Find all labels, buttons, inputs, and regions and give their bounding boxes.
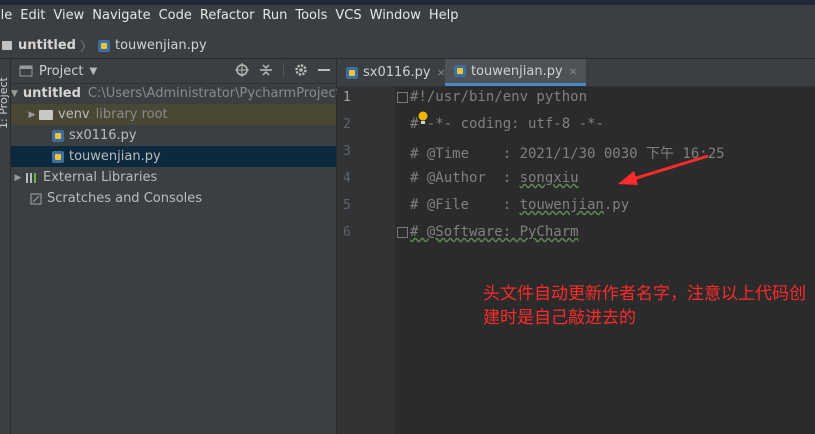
library-folder-icon (39, 109, 53, 120)
code-line-1[interactable]: #!/usr/bin/env python (410, 89, 587, 105)
toolbar-divider (283, 63, 284, 77)
code-line-2[interactable]: # -*- coding: utf-8 -*- (410, 116, 604, 132)
panel-header: Project ▼ (11, 59, 336, 84)
tree-item-label: External Libraries (43, 170, 158, 185)
tree-item-untitled[interactable]: ▼ untitled C:\Users\Administrator\Pychar… (11, 83, 347, 104)
chevron-down-icon[interactable]: ▼ (89, 66, 97, 77)
scratches-icon (30, 193, 42, 204)
python-file-icon (52, 129, 64, 142)
menu-navigate[interactable]: Navigate (92, 8, 150, 28)
line-number: 1 (343, 90, 351, 105)
title-strip (0, 0, 815, 5)
python-file-icon (454, 65, 466, 77)
python-file-icon (346, 66, 358, 79)
collapsed-arrow-icon[interactable]: ▶ (11, 173, 25, 183)
tree-item-label: untitled (22, 86, 81, 101)
tree-item-path: C:\Users\Administrator\PycharmProjects (87, 86, 348, 101)
fold-marker-icon[interactable] (397, 227, 408, 238)
line-number: 4 (343, 171, 351, 186)
panel-title[interactable]: Project (39, 64, 83, 79)
menu-window[interactable]: Window (370, 8, 421, 28)
menu-help[interactable]: Help (429, 8, 459, 28)
menu-view[interactable]: View (53, 8, 84, 28)
tree-item-label: venv (58, 107, 90, 122)
author-value: songxiu (519, 170, 579, 186)
editor-gutter (337, 87, 395, 434)
python-file-icon (98, 39, 110, 52)
editor-area: sx0116.py × touwenjian.py × 1 2 3 4 5 6 … (337, 59, 815, 434)
project-side-tab[interactable]: 1: Project (0, 77, 10, 129)
menu-tools[interactable]: Tools (295, 8, 327, 28)
minimize-icon[interactable] (318, 69, 330, 71)
tree-item-label: Scratches and Consoles (47, 191, 203, 206)
locate-icon[interactable] (235, 63, 249, 77)
python-file-icon (52, 150, 64, 163)
breadcrumb-project[interactable]: untitled (18, 38, 76, 53)
code-line-4[interactable]: # @Author : songxiu (410, 170, 579, 186)
code-comment: # @File : (410, 197, 520, 213)
file-value: touwenjian (519, 197, 604, 213)
tree-item-note: library root (95, 107, 168, 122)
tree-item-external-libraries[interactable]: ▶ External Libraries (11, 167, 336, 188)
tree-item-label: sx0116.py (69, 128, 137, 143)
menu-file[interactable]: ile (0, 8, 12, 28)
close-icon[interactable]: × (569, 65, 578, 78)
project-view-icon (19, 65, 33, 77)
code-line-5[interactable]: # @File : touwenjian.py (410, 197, 629, 213)
menu-code[interactable]: Code (159, 8, 192, 28)
menu-refactor[interactable]: Refactor (200, 8, 255, 28)
chevron-right-icon: 〉 (79, 40, 93, 55)
menu-run[interactable]: Run (262, 8, 287, 28)
collapsed-arrow-icon[interactable]: ▶ (25, 110, 39, 120)
line-number: 5 (343, 198, 351, 213)
fold-marker-icon[interactable] (397, 92, 408, 103)
tree-item-scratches[interactable]: Scratches and Consoles (11, 188, 336, 209)
tree-item-label: touwenjian.py (69, 149, 161, 164)
file-extension: .py (603, 197, 630, 213)
line-number: 6 (343, 225, 351, 240)
tree-item-touwenjian[interactable]: touwenjian.py (11, 146, 336, 167)
code-comment: # @Author : (410, 170, 520, 186)
menu-edit[interactable]: Edit (20, 8, 45, 28)
annotation-arrow-icon (618, 154, 709, 185)
project-tree: ▼ untitled C:\Users\Administrator\Pychar… (11, 83, 347, 209)
collapse-all-icon[interactable] (259, 63, 273, 77)
editor-tabs: sx0116.py × touwenjian.py × (337, 59, 815, 87)
tool-window-strip: 1: Project (0, 59, 11, 434)
annotation-text: 头文件自动更新作者名字，注意以上代码创建时是自己敲进去的 (483, 284, 806, 328)
tab-label: touwenjian.py (471, 63, 563, 79)
code-line-6[interactable]: # @Software: PyCharm (410, 224, 579, 240)
navigation-bar: untitled 〉 touwenjian.py (0, 33, 815, 59)
tab-sx0116[interactable]: sx0116.py × (345, 59, 446, 86)
tree-item-venv[interactable]: ▶ venv library root (11, 104, 336, 125)
menu-list: ile Edit View Navigate Code Refactor Run… (0, 8, 467, 28)
expanded-arrow-icon[interactable]: ▼ (11, 89, 18, 99)
project-panel: Project ▼ ▼ untitled C:\Users\Administra… (11, 59, 347, 434)
tree-item-sx0116[interactable]: sx0116.py (11, 125, 336, 146)
panel-toolbar (235, 63, 330, 77)
tab-label: sx0116.py (363, 65, 431, 80)
breadcrumb-file[interactable]: touwenjian.py (115, 38, 207, 53)
libraries-icon (26, 172, 36, 183)
folder-icon (2, 41, 12, 50)
line-number: 3 (343, 144, 351, 159)
tab-touwenjian[interactable]: touwenjian.py × (445, 59, 586, 86)
gear-icon[interactable] (294, 63, 308, 77)
menu-vcs[interactable]: VCS (335, 8, 361, 28)
menu-bar: ile Edit View Navigate Code Refactor Run… (0, 0, 815, 34)
line-number: 2 (343, 117, 351, 132)
